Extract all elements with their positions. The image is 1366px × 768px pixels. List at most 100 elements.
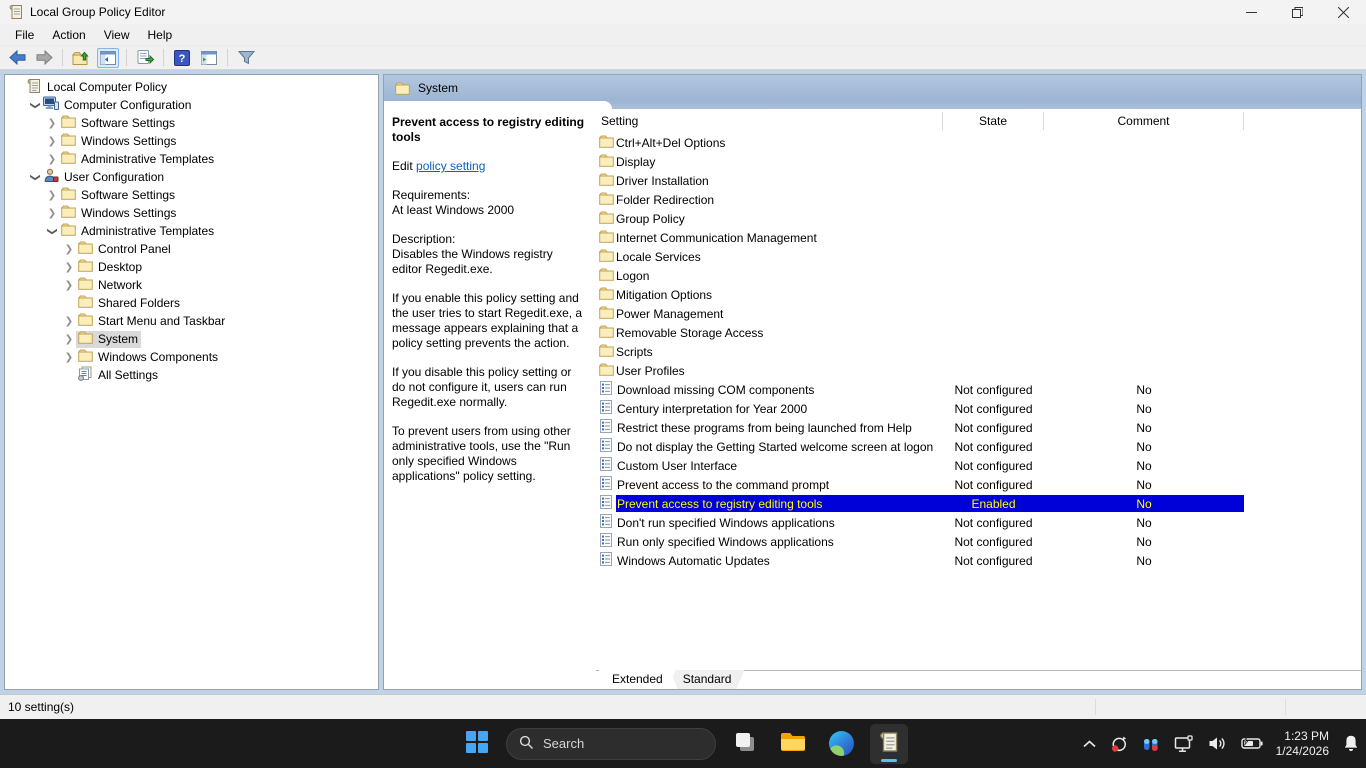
tab-extended[interactable]: Extended <box>599 670 676 689</box>
tree-item[interactable]: ❯Computer Configuration <box>5 96 378 114</box>
menu-action[interactable]: Action <box>43 26 94 44</box>
tree-item[interactable]: ❯Windows Settings <box>5 204 378 222</box>
list-row[interactable]: Power Management <box>596 304 1361 323</box>
list-row[interactable]: Display <box>596 152 1361 171</box>
tree-item[interactable]: ❯Windows Settings <box>5 132 378 150</box>
list-row[interactable]: Windows Automatic UpdatesNot configuredN… <box>596 551 1361 570</box>
task-view-button[interactable] <box>726 724 764 764</box>
edit-policy-setting-link[interactable]: policy setting <box>416 159 485 173</box>
new-window-icon[interactable] <box>198 48 220 68</box>
tree-item[interactable]: All Settings <box>5 366 378 384</box>
volume-icon[interactable] <box>1208 735 1228 752</box>
tree-item[interactable]: ❯Start Menu and Taskbar <box>5 312 378 330</box>
chevron-right-icon[interactable]: ❯ <box>62 280 76 291</box>
setting-state: Not configured <box>943 383 1044 397</box>
search-input[interactable]: Search <box>506 728 716 760</box>
list-row[interactable]: Century interpretation for Year 2000Not … <box>596 399 1361 418</box>
chevron-right-icon[interactable]: ❯ <box>45 136 59 147</box>
menu-file[interactable]: File <box>6 26 43 44</box>
list-row[interactable]: Prevent access to the command promptNot … <box>596 475 1361 494</box>
user-icon <box>43 170 59 185</box>
column-header-state[interactable]: State <box>943 112 1044 130</box>
list-row[interactable]: Internet Communication Management <box>596 228 1361 247</box>
list-row[interactable]: Restrict these programs from being launc… <box>596 418 1361 437</box>
battery-icon[interactable] <box>1241 737 1263 750</box>
console-tree-toggle-icon[interactable] <box>97 48 119 68</box>
tree-item[interactable]: ❯Software Settings <box>5 186 378 204</box>
tree-item[interactable]: ❯Desktop <box>5 258 378 276</box>
chevron-down-icon[interactable]: ❯ <box>30 98 41 112</box>
tab-standard[interactable]: Standard <box>670 670 745 689</box>
column-header-comment[interactable]: Comment <box>1044 112 1244 130</box>
tree-item[interactable]: ❯Network <box>5 276 378 294</box>
tree-item[interactable]: ❯Control Panel <box>5 240 378 258</box>
chevron-right-icon[interactable]: ❯ <box>45 118 59 129</box>
list-row[interactable]: Mitigation Options <box>596 285 1361 304</box>
display-device-icon[interactable] <box>1174 735 1195 753</box>
list-row[interactable]: Do not display the Getting Started welco… <box>596 437 1361 456</box>
list-row[interactable]: Folder Redirection <box>596 190 1361 209</box>
taskbar-clock[interactable]: 1:23 PM 1/24/2026 <box>1276 729 1329 759</box>
list-row[interactable]: User Profiles <box>596 361 1361 380</box>
minimize-button[interactable] <box>1228 0 1274 24</box>
folder-icon <box>596 287 616 303</box>
chevron-right-icon[interactable]: ❯ <box>62 316 76 327</box>
start-button[interactable] <box>458 724 496 764</box>
tree-item[interactable]: ❯Windows Components <box>5 348 378 366</box>
tree-item[interactable]: ❯Software Settings <box>5 114 378 132</box>
file-explorer-button[interactable] <box>774 724 812 764</box>
up-folder-icon[interactable] <box>70 48 92 68</box>
filter-icon[interactable] <box>235 48 257 68</box>
list-row[interactable]: Driver Installation <box>596 171 1361 190</box>
close-button[interactable] <box>1320 0 1366 24</box>
sync-alert-icon[interactable] <box>1109 734 1129 754</box>
tree-item[interactable]: ❯User Configuration <box>5 168 378 186</box>
chevron-right-icon[interactable]: ❯ <box>45 208 59 219</box>
restore-button[interactable] <box>1274 0 1320 24</box>
tree-item[interactable]: ❯System <box>5 330 378 348</box>
list-row[interactable]: Don't run specified Windows applications… <box>596 513 1361 532</box>
gpedit-scroll-icon <box>8 4 24 20</box>
list-row[interactable]: Prevent access to registry editing tools… <box>596 494 1361 513</box>
app-alert-icon[interactable] <box>1142 735 1161 753</box>
gpedit-taskbar-button[interactable] <box>870 724 908 764</box>
chevron-right-icon[interactable]: ❯ <box>62 262 76 273</box>
chevron-right-icon[interactable]: ❯ <box>62 334 76 345</box>
list-row[interactable]: Logon <box>596 266 1361 285</box>
list-row[interactable]: Ctrl+Alt+Del Options <box>596 133 1361 152</box>
column-header-setting[interactable]: Setting <box>596 112 943 130</box>
row-cells: Prevent access to the command promptNot … <box>616 476 1244 493</box>
setting-comment: No <box>1044 478 1244 492</box>
chevron-up-icon[interactable] <box>1083 740 1096 748</box>
list-row[interactable]: Run only specified Windows applicationsN… <box>596 532 1361 551</box>
chevron-down-icon[interactable]: ❯ <box>30 170 41 184</box>
edge-button[interactable] <box>822 724 860 764</box>
chevron-right-icon[interactable]: ❯ <box>45 190 59 201</box>
tree-item[interactable]: Local Computer Policy <box>5 78 378 96</box>
list-row[interactable]: Custom User InterfaceNot configuredNo <box>596 456 1361 475</box>
menu-view[interactable]: View <box>95 26 139 44</box>
description-paragraph: If you enable this policy setting and th… <box>392 291 586 351</box>
export-list-icon[interactable] <box>134 48 156 68</box>
list-row[interactable]: Removable Storage Access <box>596 323 1361 342</box>
menu-help[interactable]: Help <box>139 26 182 44</box>
chevron-right-icon[interactable]: ❯ <box>45 154 59 165</box>
list-row[interactable]: Download missing COM componentsNot confi… <box>596 380 1361 399</box>
tree-item[interactable]: Shared Folders <box>5 294 378 312</box>
list-row[interactable]: Scripts <box>596 342 1361 361</box>
folder-icon <box>60 116 76 131</box>
help-icon[interactable]: ? <box>171 48 193 68</box>
setting-comment: No <box>1044 535 1244 549</box>
chevron-down-icon[interactable]: ❯ <box>47 224 58 238</box>
list-row[interactable]: Locale Services <box>596 247 1361 266</box>
policy-setting-icon <box>596 457 616 474</box>
back-icon[interactable] <box>6 48 28 68</box>
row-cells: Run only specified Windows applicationsN… <box>616 533 1244 550</box>
tree-item[interactable]: ❯Administrative Templates <box>5 222 378 240</box>
forward-icon[interactable] <box>33 48 55 68</box>
tree-item[interactable]: ❯Administrative Templates <box>5 150 378 168</box>
chevron-right-icon[interactable]: ❯ <box>62 352 76 363</box>
chevron-right-icon[interactable]: ❯ <box>62 244 76 255</box>
notification-bell-icon[interactable] <box>1342 734 1360 753</box>
list-row[interactable]: Group Policy <box>596 209 1361 228</box>
